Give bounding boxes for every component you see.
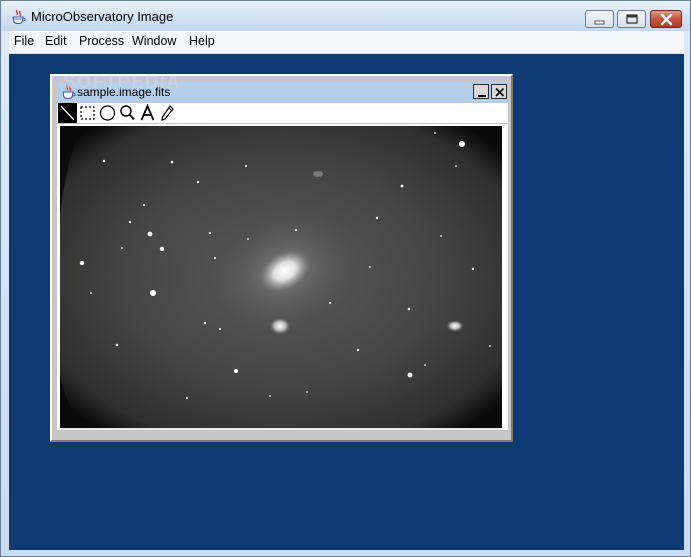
pencil-tool-button[interactable] <box>158 103 177 123</box>
tool-bar <box>57 103 508 123</box>
title-bar[interactable]: MicroObservatory Image <box>1 1 690 31</box>
galaxy-image[interactable] <box>60 126 502 428</box>
pencil-tool-icon <box>161 105 174 121</box>
menu-file[interactable]: File <box>14 34 34 48</box>
window-title: MicroObservatory Image <box>31 9 174 24</box>
image-window-minimize-button[interactable] <box>473 84 489 99</box>
menu-process[interactable]: Process <box>79 34 124 48</box>
ellipse-select-button[interactable] <box>98 103 117 123</box>
text-tool-icon <box>140 104 155 121</box>
magnifier-button[interactable] <box>118 103 137 123</box>
maximize-button[interactable] <box>617 10 646 28</box>
rectangle-select-button[interactable] <box>78 103 97 123</box>
app-window: MicroObservatory Image File Edit Process… <box>0 0 691 557</box>
minimize-button[interactable] <box>585 10 614 28</box>
ellipse-select-icon <box>99 105 116 121</box>
watermark-text: SOFTPEDIA <box>63 72 181 93</box>
rectangle-select-icon <box>80 106 95 120</box>
menu-bar: File Edit Process Window Help <box>9 31 684 54</box>
image-window: sample.image.fits <box>50 74 513 442</box>
line-tool-icon <box>60 105 75 121</box>
menu-window[interactable]: Window <box>132 34 176 48</box>
menu-edit[interactable]: Edit <box>45 34 67 48</box>
image-display <box>57 124 508 430</box>
text-tool-button[interactable] <box>138 103 157 123</box>
magnifier-icon <box>120 105 135 121</box>
menu-help[interactable]: Help <box>189 34 215 48</box>
image-window-close-button[interactable] <box>491 84 507 99</box>
image-status-strip <box>60 428 502 430</box>
line-tool-button[interactable] <box>58 103 77 123</box>
close-button[interactable] <box>650 10 682 28</box>
java-cup-icon <box>10 9 26 25</box>
